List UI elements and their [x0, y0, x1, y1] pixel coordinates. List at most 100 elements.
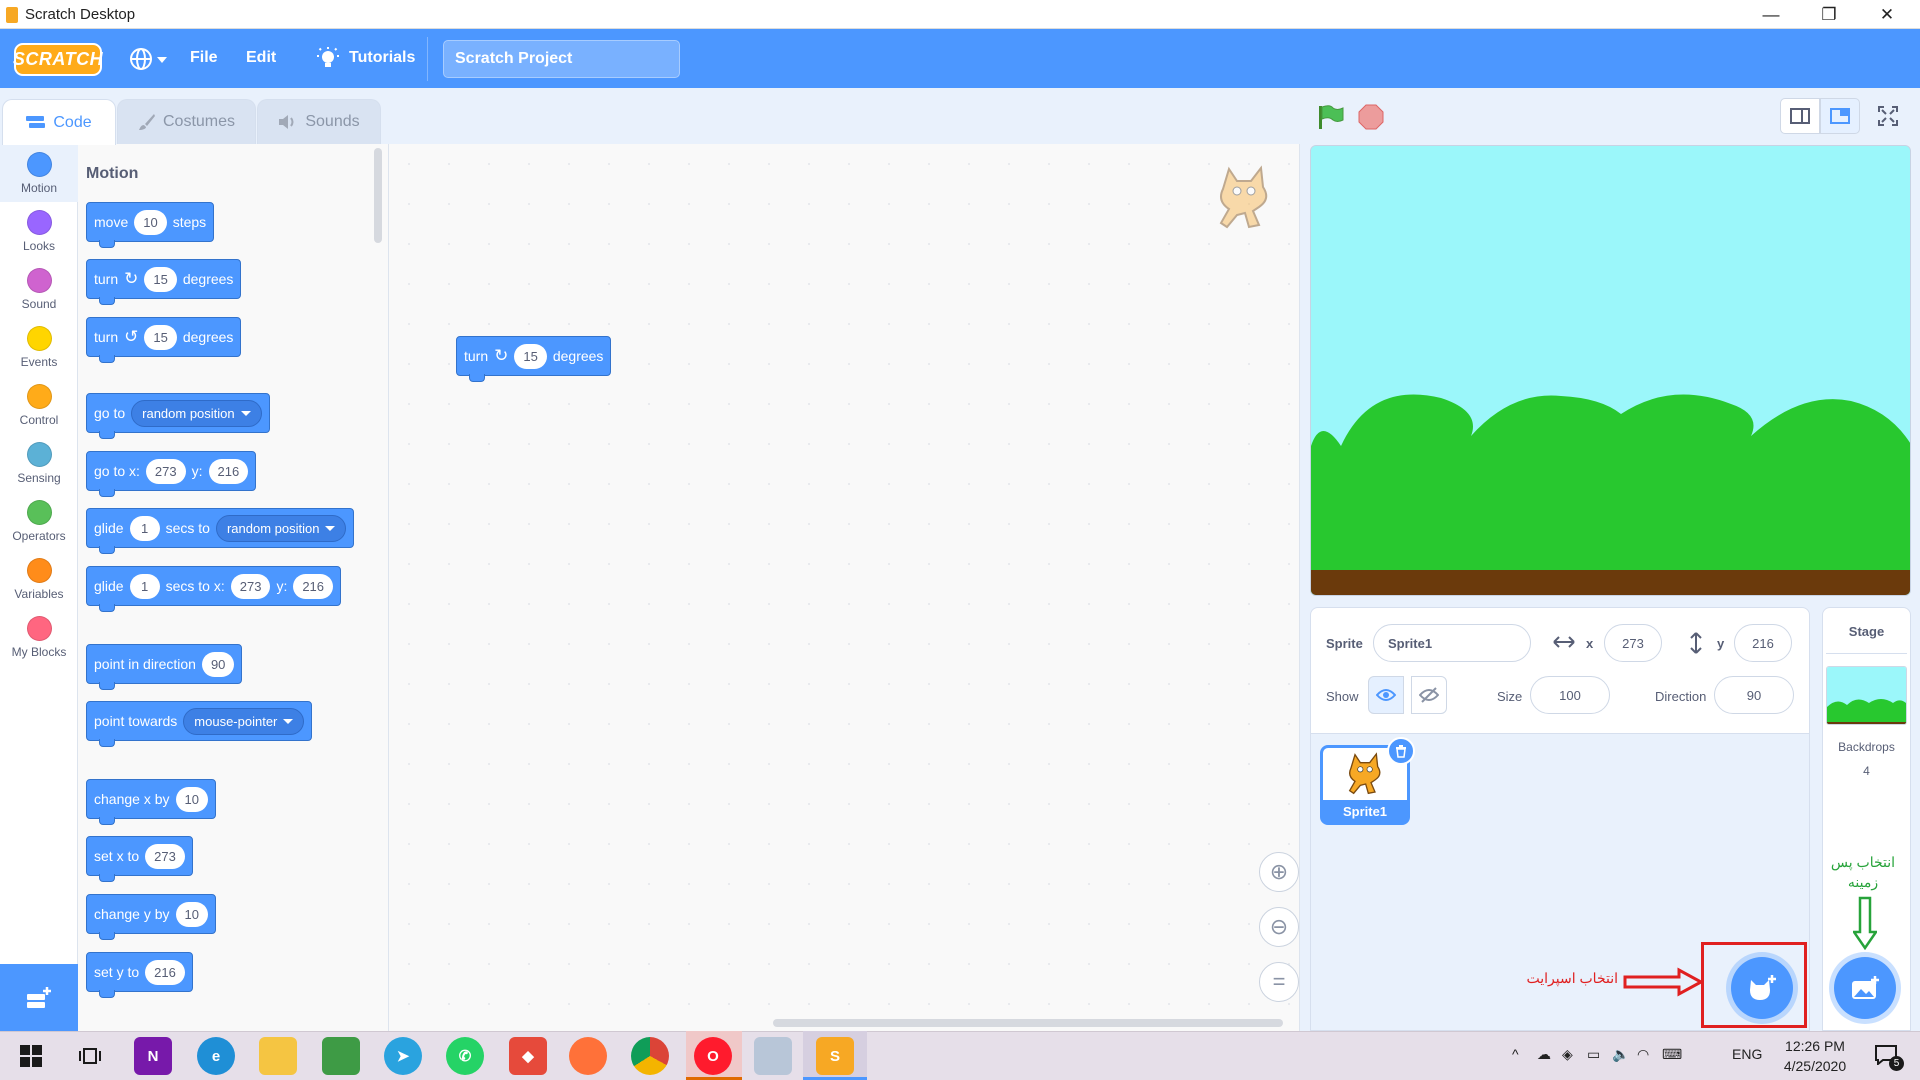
- category-control[interactable]: Control: [0, 376, 78, 434]
- edit-menu[interactable]: Edit: [246, 49, 276, 67]
- volume-icon[interactable]: 🔈: [1612, 1046, 1629, 1063]
- category-sound[interactable]: Sound: [0, 260, 78, 318]
- choose-sprite-button[interactable]: [1731, 957, 1793, 1019]
- show-visible-button[interactable]: [1368, 676, 1404, 714]
- scratch-taskbar-icon[interactable]: S: [816, 1037, 854, 1075]
- size-input[interactable]: 100: [1530, 676, 1610, 714]
- delete-sprite-button[interactable]: [1387, 737, 1415, 765]
- x-change-input[interactable]: 10: [175, 786, 208, 812]
- secs-input[interactable]: 1: [129, 515, 160, 541]
- block-set-y[interactable]: set y to 216: [86, 952, 193, 998]
- zoom-reset-button[interactable]: =: [1259, 962, 1299, 1002]
- y-input[interactable]: 216: [1734, 624, 1792, 662]
- degrees-input[interactable]: 15: [144, 324, 177, 350]
- language-indicator[interactable]: ENG: [1732, 1046, 1762, 1062]
- y-input[interactable]: 216: [145, 959, 185, 985]
- secs-input[interactable]: 1: [129, 573, 160, 599]
- stage-canvas[interactable]: [1310, 145, 1911, 596]
- direction-input[interactable]: 90: [201, 651, 235, 677]
- network-icon[interactable]: ◠: [1637, 1046, 1649, 1063]
- block-point-towards[interactable]: point towards mouse-pointer: [86, 701, 313, 747]
- block-go-to-xy[interactable]: go to x: 273 y: 216: [86, 451, 257, 497]
- paint-taskbar-icon[interactable]: [754, 1037, 792, 1075]
- degrees-input[interactable]: 15: [514, 343, 547, 369]
- fullscreen-button[interactable]: [1870, 98, 1906, 134]
- show-hidden-button[interactable]: [1411, 676, 1447, 714]
- block-change-y[interactable]: change y by 10: [86, 894, 216, 940]
- y-input[interactable]: 216: [293, 573, 334, 599]
- chrome-taskbar-icon[interactable]: [631, 1037, 669, 1075]
- task-view-button[interactable]: [71, 1037, 109, 1075]
- anydesk-taskbar-icon[interactable]: ◆: [509, 1037, 547, 1075]
- category-events[interactable]: Events: [0, 318, 78, 376]
- zoom-out-button[interactable]: ⊖: [1259, 907, 1299, 947]
- battery-icon[interactable]: ▭: [1587, 1046, 1600, 1063]
- dropbox-icon[interactable]: ◈: [1562, 1046, 1573, 1063]
- clock[interactable]: 12:26 PM 4/25/2020: [1765, 1036, 1865, 1076]
- y-change-input[interactable]: 10: [175, 901, 208, 927]
- target-dropdown[interactable]: random position: [131, 399, 262, 427]
- large-stage-button[interactable]: [1820, 98, 1860, 134]
- tab-sounds[interactable]: Sounds: [257, 99, 381, 144]
- small-stage-button[interactable]: [1780, 98, 1820, 134]
- block-glide-to[interactable]: glide 1 secs to random position: [86, 508, 355, 554]
- onenote-taskbar-icon[interactable]: N: [134, 1037, 172, 1075]
- sprite-name-input[interactable]: Sprite1: [1373, 624, 1531, 662]
- backdrop-thumbnail[interactable]: [1826, 666, 1907, 725]
- telegram-taskbar-icon[interactable]: ➤: [384, 1037, 422, 1075]
- category-operators[interactable]: Operators: [0, 492, 78, 550]
- file-menu[interactable]: File: [190, 49, 218, 67]
- block-glide-to-xy[interactable]: glide 1 secs to x: 273 y: 216: [86, 566, 342, 612]
- minimize-button[interactable]: —: [1742, 0, 1800, 29]
- add-extension-button[interactable]: [0, 964, 78, 1031]
- target-dropdown[interactable]: random position: [215, 514, 347, 542]
- category-motion[interactable]: Motion: [0, 144, 78, 202]
- x-input[interactable]: 273: [145, 843, 185, 869]
- direction-input[interactable]: 90: [1714, 676, 1794, 714]
- category-sensing[interactable]: Sensing: [0, 434, 78, 492]
- file-explorer-taskbar-icon[interactable]: [259, 1037, 297, 1075]
- x-input[interactable]: 273: [230, 573, 271, 599]
- keyboard-icon[interactable]: ⌨: [1662, 1046, 1682, 1063]
- stop-button[interactable]: [1358, 104, 1384, 135]
- script-block-turn-right[interactable]: turn ↻ 15 degrees: [456, 336, 612, 382]
- show-hidden-icons-icon[interactable]: ^: [1512, 1046, 1519, 1062]
- code-workspace[interactable]: [389, 144, 1300, 1031]
- block-set-x[interactable]: set x to 273: [86, 836, 193, 882]
- edge-taskbar-icon[interactable]: e: [197, 1037, 235, 1075]
- close-window-button[interactable]: ✕: [1858, 0, 1916, 29]
- block-move-steps[interactable]: move 10 steps: [86, 202, 215, 248]
- whatsapp-taskbar-icon[interactable]: ✆: [446, 1037, 484, 1075]
- category-variables[interactable]: Variables: [0, 550, 78, 608]
- block-change-x[interactable]: change x by 10: [86, 779, 216, 825]
- language-globe-icon[interactable]: [128, 46, 170, 77]
- x-input[interactable]: 273: [1604, 624, 1662, 662]
- workspace-scrollbar[interactable]: [773, 1019, 1283, 1027]
- block-point-in-direction[interactable]: point in direction 90: [86, 644, 243, 690]
- maximize-button[interactable]: ❐: [1800, 0, 1858, 29]
- degrees-input[interactable]: 15: [144, 266, 177, 292]
- block-go-to[interactable]: go to random position: [86, 393, 270, 439]
- start-button[interactable]: [12, 1037, 50, 1075]
- block-turn-left[interactable]: turn ↺ 15 degrees: [86, 317, 242, 363]
- project-title-input[interactable]: Scratch Project: [443, 40, 680, 78]
- green-flag-button[interactable]: [1317, 104, 1345, 135]
- choose-backdrop-button[interactable]: [1834, 957, 1896, 1019]
- opera-taskbar-icon[interactable]: O: [694, 1037, 732, 1075]
- tab-costumes[interactable]: Costumes: [117, 99, 256, 144]
- tutorials-menu[interactable]: Tutorials: [349, 49, 415, 67]
- photos-taskbar-icon[interactable]: [322, 1037, 360, 1075]
- target-dropdown[interactable]: mouse-pointer: [183, 707, 305, 735]
- category-my-blocks[interactable]: My Blocks: [0, 608, 78, 666]
- x-input[interactable]: 273: [145, 458, 186, 484]
- palette-scrollbar[interactable]: [374, 148, 382, 243]
- category-looks[interactable]: Looks: [0, 202, 78, 260]
- steps-input[interactable]: 10: [134, 209, 167, 235]
- zoom-in-button[interactable]: ⊕: [1259, 852, 1299, 892]
- scratch-logo[interactable]: SCRATCH: [13, 43, 103, 76]
- tab-code[interactable]: Code: [2, 99, 116, 145]
- y-input[interactable]: 216: [208, 458, 249, 484]
- firefox-taskbar-icon[interactable]: [569, 1037, 607, 1075]
- block-turn-right[interactable]: turn ↻ 15 degrees: [86, 259, 242, 305]
- onedrive-icon[interactable]: ☁: [1537, 1046, 1551, 1063]
